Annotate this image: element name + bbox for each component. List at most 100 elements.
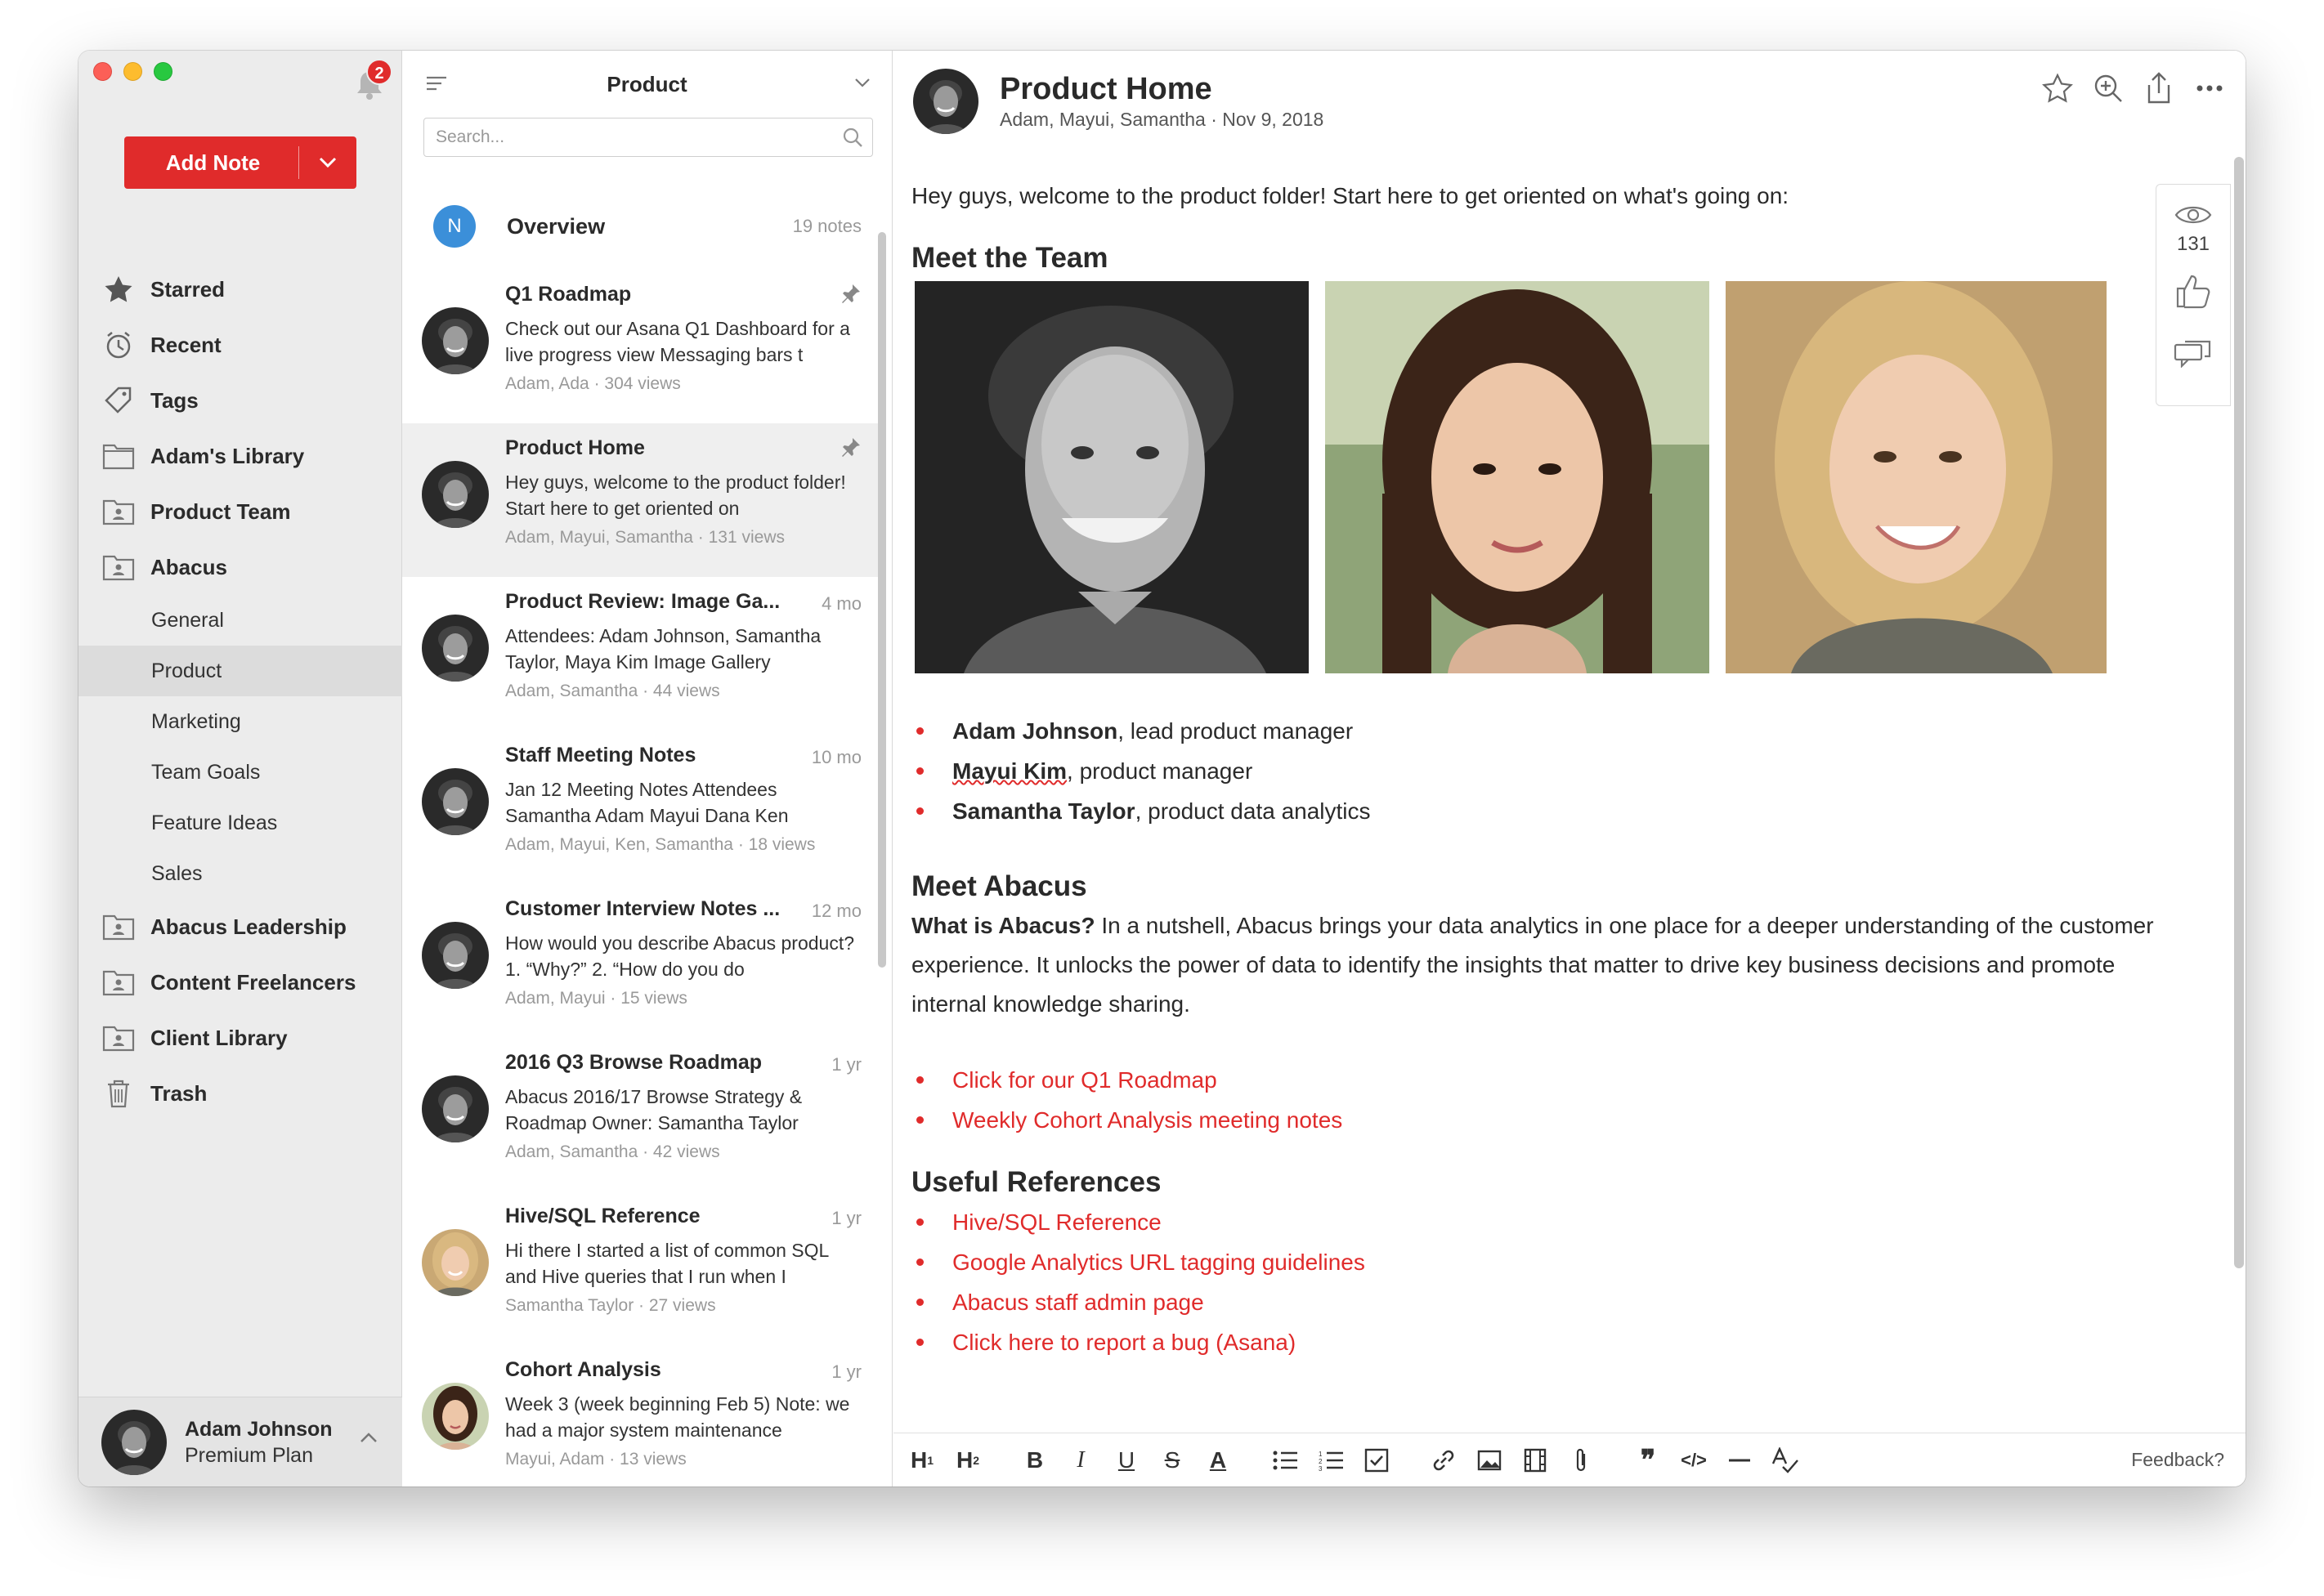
thumbs-up-icon[interactable] xyxy=(2174,272,2212,314)
window-controls xyxy=(93,62,172,81)
note-content[interactable]: Hey guys, welcome to the product folder!… xyxy=(911,173,2170,1362)
note-meta: Adam, Samantha · 42 views xyxy=(505,1142,720,1161)
search-icon[interactable] xyxy=(833,127,872,148)
scrollbar[interactable] xyxy=(878,232,886,968)
user-plan: Premium Plan xyxy=(185,1443,313,1467)
section-heading-abacus: Meet Abacus xyxy=(911,870,1087,902)
sidebar-subitem-general[interactable]: General xyxy=(78,595,402,646)
bold-icon[interactable]: B xyxy=(1019,1444,1050,1477)
note-list-item[interactable]: Cohort Analysis 1 yr Week 3 (week beginnin… xyxy=(402,1345,880,1486)
heading1-icon[interactable]: H1 xyxy=(907,1444,938,1477)
section-heading-team: Meet the Team xyxy=(911,242,1108,274)
member-role: , product manager xyxy=(1067,758,1253,784)
note-list-item[interactable]: Staff Meeting Notes 10 mo Jan 12 Meeting N… xyxy=(402,731,880,884)
abacus-paragraph: What is Abacus? In a nutshell, Abacus br… xyxy=(911,906,2170,1024)
scrollbar[interactable] xyxy=(2234,157,2244,1268)
sidebar-item-abacus[interactable]: Abacus xyxy=(78,539,402,595)
note-list-item[interactable]: Q1 Roadmap Check out our Asana Q1 Dashboa… xyxy=(402,270,880,423)
sidebar-subitem-product[interactable]: Product xyxy=(78,646,402,696)
team-photo-mayui xyxy=(1325,281,1709,673)
pin-icon[interactable] xyxy=(840,436,862,462)
video-icon[interactable] xyxy=(1520,1444,1551,1477)
underline-icon[interactable]: U xyxy=(1111,1444,1142,1477)
avatar xyxy=(422,1075,489,1142)
note-list-item[interactable]: Product Home Hey guys, welcome to the pro… xyxy=(402,423,880,577)
sidebar-item-abacus-leadership[interactable]: Abacus Leadership xyxy=(78,899,402,954)
strikethrough-icon[interactable]: S xyxy=(1157,1444,1188,1477)
spellcheck-icon[interactable] xyxy=(1770,1444,1801,1477)
sidebar-subitem-team-goals[interactable]: Team Goals xyxy=(78,747,402,798)
avatar xyxy=(422,768,489,835)
page-title[interactable]: Product Home xyxy=(1000,71,1323,107)
chevron-up-icon[interactable] xyxy=(360,1432,378,1447)
note-list-item[interactable]: 2016 Q3 Browse Roadmap 1 yr Abacus 2016/17… xyxy=(402,1038,880,1191)
italic-icon[interactable]: I xyxy=(1065,1444,1096,1477)
shared-folder-icon xyxy=(101,494,136,529)
horizontal-rule-icon[interactable] xyxy=(1724,1444,1755,1477)
bullet-list-icon[interactable] xyxy=(1269,1444,1301,1477)
link-hive-sql[interactable]: Hive/SQL Reference xyxy=(952,1209,1162,1235)
zoom-in-icon[interactable] xyxy=(2092,72,2125,105)
star-icon[interactable] xyxy=(2041,72,2074,105)
comments-icon[interactable] xyxy=(2174,338,2213,372)
link-cohort-analysis[interactable]: Weekly Cohort Analysis meeting notes xyxy=(952,1107,1342,1133)
note-list-item[interactable]: Customer Interview Notes ... 12 mo How wou… xyxy=(402,884,880,1038)
overview-item[interactable]: N Overview 19 notes xyxy=(402,183,880,270)
link-q1-roadmap[interactable]: Click for our Q1 Roadmap xyxy=(952,1067,1217,1093)
avatar xyxy=(422,461,489,528)
image-icon[interactable] xyxy=(1474,1444,1505,1477)
user-name: Adam Johnson xyxy=(185,1417,333,1441)
highlight-icon[interactable]: A xyxy=(1202,1444,1234,1477)
sidebar-item-starred[interactable]: Starred xyxy=(78,262,402,317)
note-time: 1 yr xyxy=(831,1054,862,1075)
member-role: , lead product manager xyxy=(1117,718,1354,744)
note-list-item[interactable]: Hive/SQL Reference 1 yr Hi there I started… xyxy=(402,1191,880,1345)
link-report-bug[interactable]: Click here to report a bug (Asana) xyxy=(952,1330,1296,1355)
sidebar-item-tags[interactable]: Tags xyxy=(78,373,402,428)
sidebar-item-product-team[interactable]: Product Team xyxy=(78,484,402,539)
zoom-window-button[interactable] xyxy=(154,62,172,81)
link-google-analytics[interactable]: Google Analytics URL tagging guidelines xyxy=(952,1250,1365,1275)
sidebar-item-label: Starred xyxy=(150,276,226,302)
abacus-lead: What is Abacus? xyxy=(911,913,1095,938)
share-icon[interactable] xyxy=(2143,72,2175,105)
sidebar-item-trash[interactable]: Trash xyxy=(78,1066,402,1121)
sidebar-item-adams-library[interactable]: Adam's Library xyxy=(78,428,402,484)
note-snippet: Week 3 (week beginning Feb 5) Note: we h… xyxy=(505,1393,850,1441)
link-admin-page[interactable]: Abacus staff admin page xyxy=(952,1290,1204,1315)
eye-icon[interactable] xyxy=(2174,203,2212,231)
svg-text:3: 3 xyxy=(1319,1465,1323,1471)
attachment-icon[interactable] xyxy=(1565,1444,1596,1477)
note-snippet: Hey guys, welcome to the product folder!… xyxy=(505,472,846,519)
link-icon[interactable] xyxy=(1428,1444,1459,1477)
more-options-icon[interactable] xyxy=(2193,72,2226,105)
minimize-window-button[interactable] xyxy=(123,62,142,81)
heading2-icon[interactable]: H2 xyxy=(952,1444,983,1477)
chevron-down-icon[interactable] xyxy=(299,156,356,169)
quote-icon[interactable]: ❞ xyxy=(1632,1444,1664,1477)
add-note-button[interactable]: Add Note xyxy=(124,136,356,189)
search-box xyxy=(423,118,873,157)
checkbox-icon[interactable] xyxy=(1361,1444,1392,1477)
feedback-link[interactable]: Feedback? xyxy=(2131,1449,2224,1471)
numbered-list-icon[interactable]: 123 xyxy=(1315,1444,1346,1477)
svg-text:2: 2 xyxy=(1319,1458,1323,1465)
sidebar-subitem-sales[interactable]: Sales xyxy=(78,848,402,899)
notebook-title[interactable]: Product xyxy=(402,72,892,97)
sidebar-item-label: Recent xyxy=(150,332,222,357)
sidebar-subitem-feature-ideas[interactable]: Feature Ideas xyxy=(78,798,402,848)
sidebar-item-client-library[interactable]: Client Library xyxy=(78,1010,402,1066)
star-icon xyxy=(101,272,136,306)
note-list-item[interactable]: Product Review: Image Ga... 4 mo Attendees… xyxy=(402,577,880,731)
section-heading-references: Useful References xyxy=(911,1166,1162,1198)
sidebar-item-recent[interactable]: Recent xyxy=(78,317,402,373)
sidebar-subitem-marketing[interactable]: Marketing xyxy=(78,696,402,747)
sidebar-item-content-freelancers[interactable]: Content Freelancers xyxy=(78,954,402,1010)
close-window-button[interactable] xyxy=(93,62,112,81)
user-account-bar[interactable]: Adam Johnson Premium Plan xyxy=(78,1397,402,1486)
sidebar-item-label: Trash xyxy=(150,1080,208,1106)
search-input[interactable] xyxy=(436,127,833,147)
code-icon[interactable]: </> xyxy=(1678,1444,1709,1477)
chevron-down-icon[interactable] xyxy=(854,77,871,92)
pin-icon[interactable] xyxy=(840,283,862,308)
